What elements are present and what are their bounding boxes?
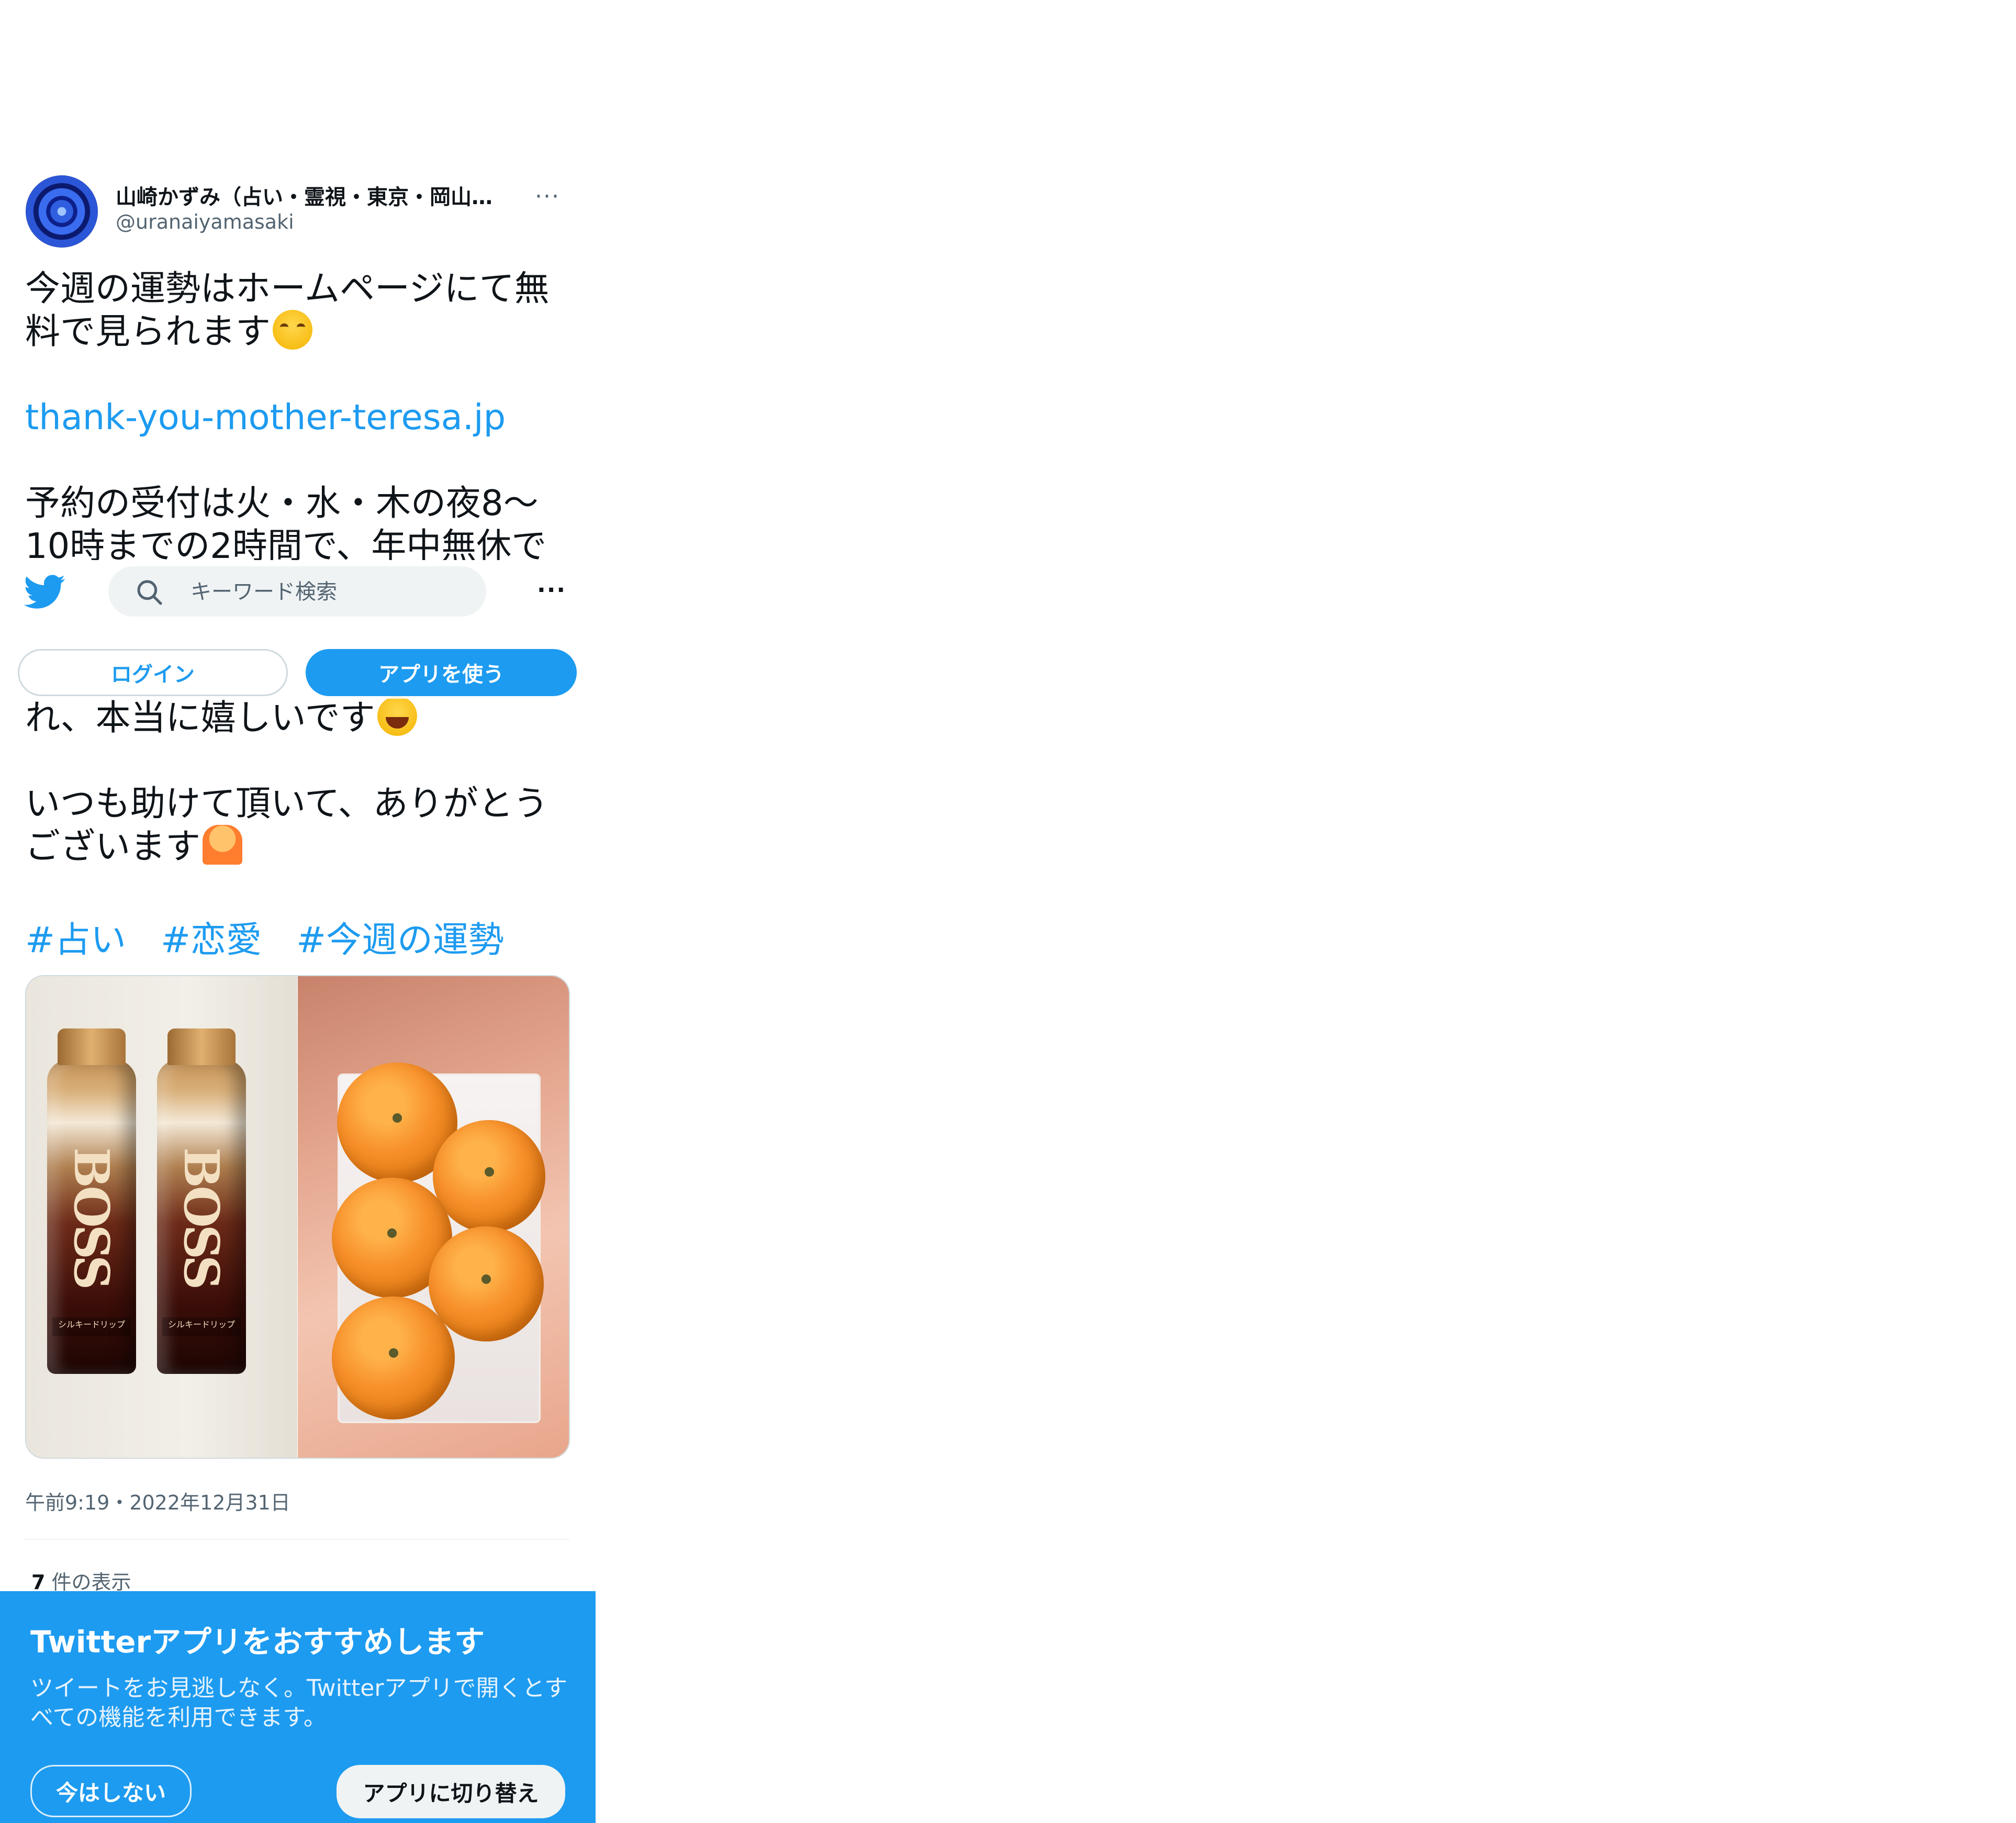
not-now-button[interactable]: 今はしない	[30, 1765, 192, 1817]
view-count-label: 件の表示	[51, 1571, 131, 1594]
search-input[interactable]	[189, 575, 474, 609]
tweet-media: BOSS シルキードリップ BOSS シルキードリップ	[25, 975, 570, 1459]
hashtag-link[interactable]: #恋愛	[161, 920, 262, 961]
photo-oranges[interactable]	[298, 976, 569, 1458]
tweet-text-line: れ、本当に嬉しいです	[25, 697, 375, 738]
homepage-link[interactable]: thank-you-mother-teresa.jp	[25, 397, 506, 438]
search-icon	[137, 580, 162, 605]
tweet-text-continued: れ、本当に嬉しいです いつも助けて頂いて、ありがとうございます	[25, 696, 569, 895]
laughing-face-icon	[377, 696, 417, 736]
photo-coffee-bottles[interactable]: BOSS シルキードリップ BOSS シルキードリップ	[26, 976, 297, 1458]
more-icon[interactable]: ···	[535, 183, 560, 210]
twitter-bird-icon[interactable]	[24, 575, 66, 609]
bottle-brand: BOSS	[173, 1147, 230, 1287]
bowing-person-icon	[203, 825, 242, 865]
view-count: 7 件の表示	[31, 1566, 131, 1595]
switch-to-app-button[interactable]: アプリに切り替え	[337, 1765, 565, 1818]
hashtag-link[interactable]: #今週の運勢	[296, 920, 504, 961]
orange	[332, 1296, 455, 1419]
user-handle[interactable]: @uranaiyamasaki	[116, 210, 294, 233]
tweet-text-line: 10時までの2時間で、年中無休で	[25, 525, 547, 560]
hashtag-link[interactable]: #占い	[25, 920, 126, 961]
bottle-brand: BOSS	[63, 1147, 120, 1287]
login-button[interactable]: ログイン	[18, 649, 288, 696]
tweet-text-line: いつも助けて頂いて、ありがとうございます	[25, 783, 548, 867]
tweet-text: 今週の運勢はホームページにて無料で見られます thank-you-mother-…	[25, 267, 569, 560]
coffee-bottle: BOSS シルキードリップ	[157, 1028, 246, 1374]
smiling-face-icon	[273, 310, 312, 350]
orange	[429, 1226, 544, 1341]
bottle-subtitle: シルキードリップ	[52, 1317, 131, 1336]
bottle-subtitle: シルキードリップ	[162, 1317, 241, 1336]
tweet-text-line: 予約の受付は火・水・木の夜8〜	[25, 483, 539, 523]
use-app-button[interactable]: アプリを使う	[306, 649, 577, 696]
hashtags: #占い #恋愛 #今週の運勢	[25, 911, 539, 963]
display-name[interactable]: 山崎かずみ（占い・霊視・東京・岡山…	[116, 180, 513, 209]
avatar[interactable]	[26, 175, 98, 248]
banner-description: ツイートをお見逃しなく。Twitterアプリで開くとすべての機能を利用できます。	[30, 1675, 568, 1731]
banner-title: Twitterアプリをおすすめします	[30, 1624, 485, 1660]
view-count-number: 7	[31, 1571, 46, 1594]
coffee-bottle: BOSS シルキードリップ	[47, 1028, 136, 1374]
more-icon[interactable]: ···	[537, 577, 566, 603]
tweet-timestamp[interactable]: 午前9:19・2022年12月31日	[25, 1486, 290, 1515]
orange	[433, 1120, 545, 1233]
divider	[25, 1539, 569, 1540]
